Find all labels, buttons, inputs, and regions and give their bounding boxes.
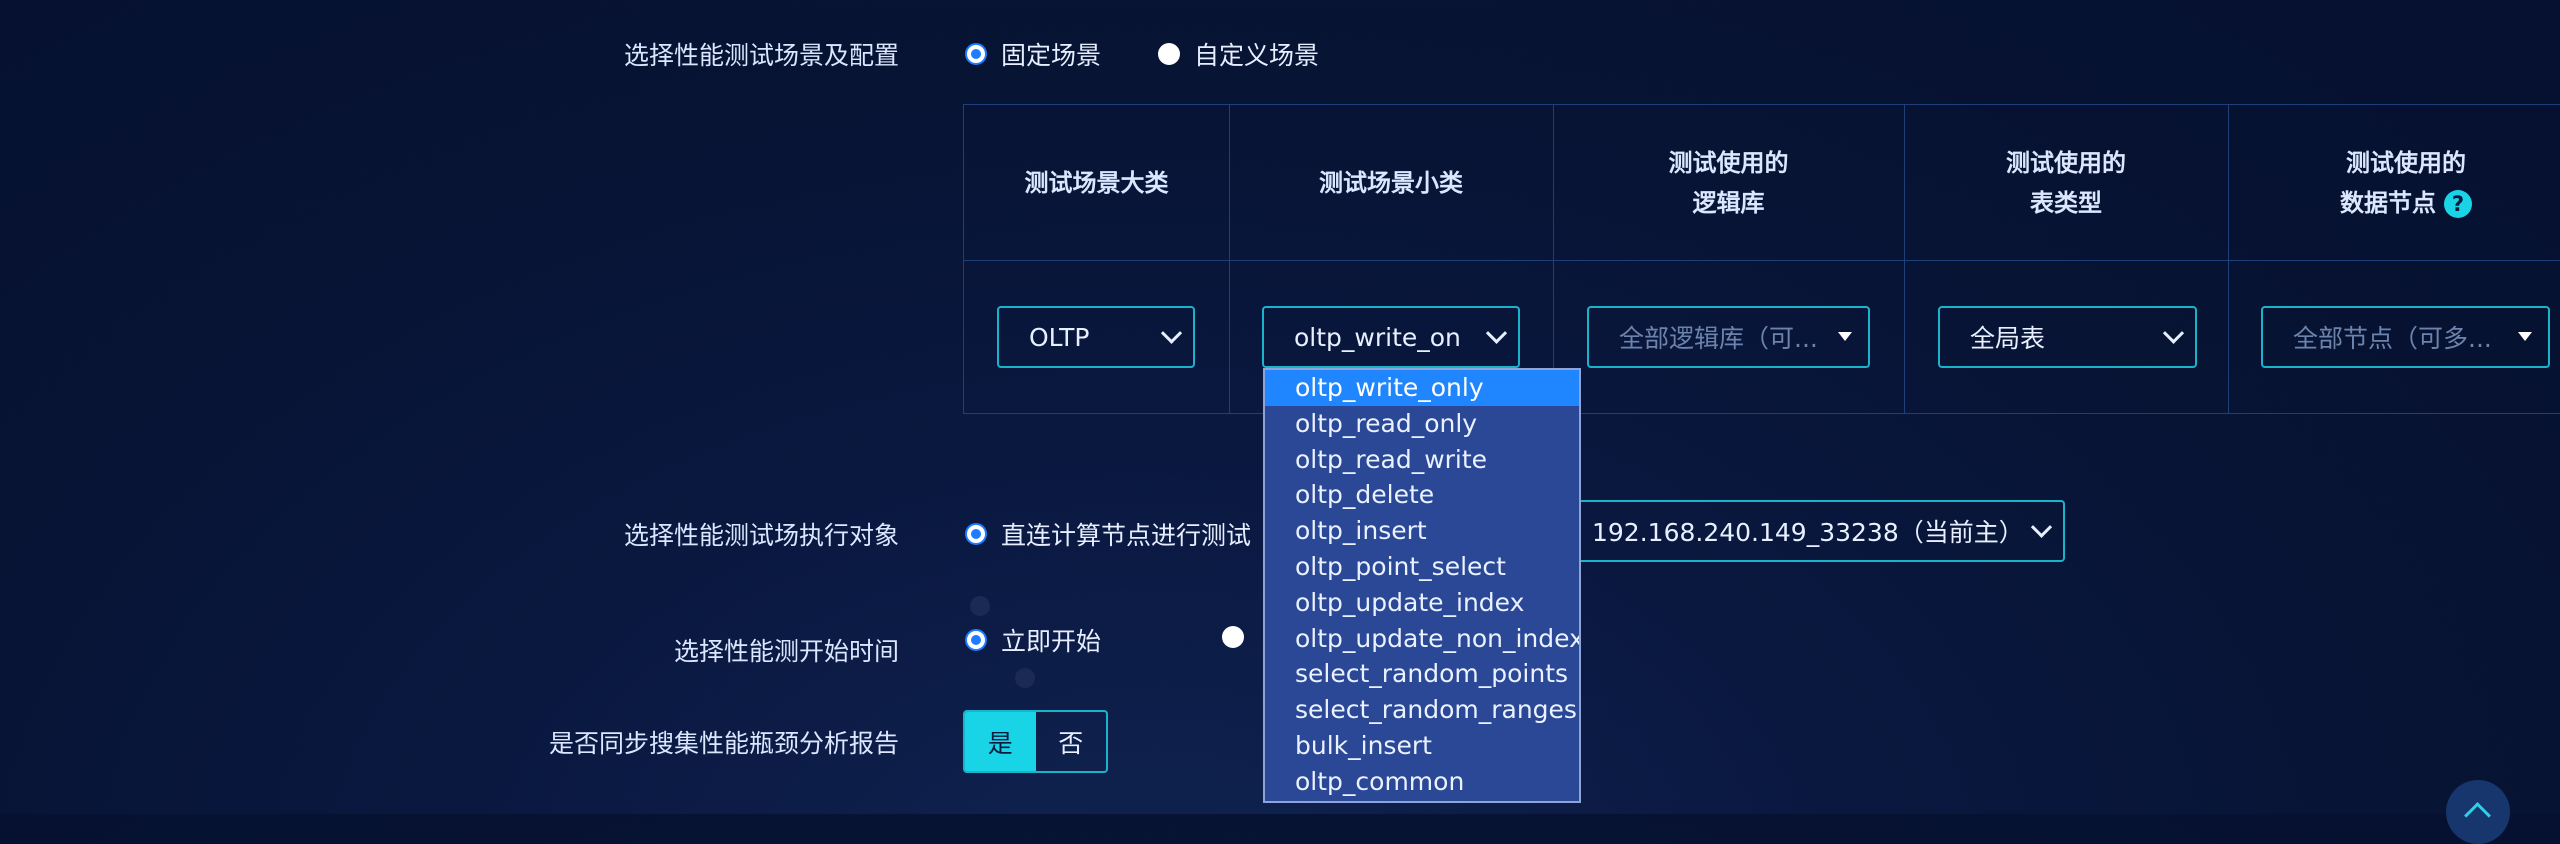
node-select[interactable]: 192.168.240.149_33238（当前主） [1560,500,2065,562]
target-label: 选择性能测试场执行对象 [623,521,899,550]
subcategory-select[interactable]: oltp_write_on [1262,306,1520,368]
header-subcategory: 测试场景小类 [1319,168,1463,197]
radio-label: 立即开始 [1001,627,1102,656]
dropdown-option[interactable]: oltp_write_only [1265,370,1579,406]
table-type-select[interactable]: 全局表 [1938,306,2197,368]
radio-start-now[interactable]: 立即开始 [965,622,1101,658]
report-toggle[interactable]: 是 否 [963,710,1108,773]
caret-down-icon [2518,332,2532,341]
header-table-type: 测试使用的 表类型 [2006,148,2126,217]
radio-custom-scenario[interactable]: 自定义场景 [1158,36,1319,72]
dropdown-option[interactable]: select_random_points [1265,656,1579,692]
radio-selected-icon [965,43,987,65]
radio-selected-icon [965,523,987,545]
radio-unselected-icon [1158,43,1180,65]
background-dot [970,596,990,616]
dropdown-option[interactable]: select_random_ranges [1265,692,1579,728]
background-dot [1015,668,1035,688]
chevron-down-icon [1485,322,1508,344]
caret-down-icon [1838,332,1852,341]
radio-direct-node[interactable]: 直连计算节点进行测试 [965,516,1251,552]
category-select[interactable]: OLTP [997,306,1195,368]
dropdown-option[interactable]: oltp_delete [1265,477,1579,513]
dropdown-option[interactable]: oltp_common [1265,764,1579,800]
report-no-button[interactable]: 否 [1036,712,1107,771]
header-data-node: 测试使用的 数据节点? [2228,105,2560,260]
scenario-label: 选择性能测试场景及配置 [623,41,899,70]
radio-label: 固定场景 [1001,41,1102,70]
dropdown-option[interactable]: oltp_read_only [1265,406,1579,442]
header-category: 测试场景大类 [1024,168,1169,197]
logic-db-select[interactable]: 全部逻辑库（可... [1587,306,1870,368]
data-node-select[interactable]: 全部节点（可多... [2261,306,2550,368]
radio-unselected-icon [1222,626,1244,648]
radio-start-scheduled[interactable] [1222,626,1244,648]
question-circle-icon[interactable]: ? [2444,189,2472,218]
radio-selected-icon [965,629,987,651]
report-yes-button[interactable]: 是 [965,712,1036,771]
radio-label: 自定义场景 [1194,41,1320,70]
table-divider [964,260,2560,261]
dropdown-option[interactable]: oltp_read_write [1265,442,1579,478]
chevron-down-icon [1160,322,1183,344]
radio-fixed-scenario[interactable]: 固定场景 [965,36,1101,72]
arrow-up-icon[interactable] [2446,780,2510,844]
dropdown-option[interactable]: oltp_update_non_index [1265,621,1579,657]
header-logic-db: 测试使用的 逻辑库 [1668,148,1789,217]
report-label: 是否同步搜集性能瓶颈分析报告 [548,729,899,758]
start-time-label: 选择性能测开始时间 [673,637,899,666]
radio-label: 直连计算节点进行测试 [1001,521,1252,550]
chevron-down-icon [2030,516,2053,538]
dropdown-option[interactable]: oltp_insert [1265,513,1579,549]
chevron-down-icon [2162,322,2185,344]
dropdown-option[interactable]: oltp_update_index [1265,585,1579,621]
subcategory-dropdown-menu: oltp_write_only oltp_read_only oltp_read… [1263,368,1581,803]
dropdown-option[interactable]: oltp_point_select [1265,549,1579,585]
dropdown-option[interactable]: bulk_insert [1265,728,1579,764]
